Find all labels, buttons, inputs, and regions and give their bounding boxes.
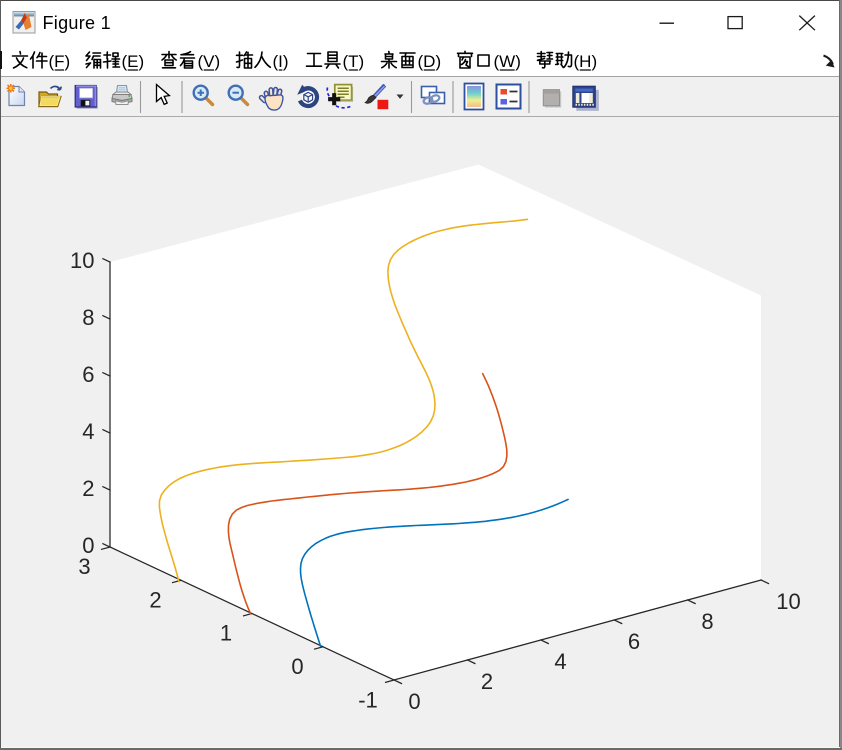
svg-text:2: 2 <box>481 669 493 694</box>
svg-text:-1: -1 <box>358 688 378 713</box>
svg-text:(H): (H) <box>574 52 598 71</box>
svg-text:8: 8 <box>701 609 713 634</box>
svg-text:1: 1 <box>220 621 232 646</box>
svg-text:4: 4 <box>82 419 94 444</box>
svg-text:6: 6 <box>82 362 94 387</box>
svg-text:10: 10 <box>70 248 94 273</box>
svg-text:0: 0 <box>408 689 420 714</box>
svg-text:8: 8 <box>82 305 94 330</box>
svg-text:6: 6 <box>628 629 640 654</box>
svg-text:(I): (I) <box>273 52 289 71</box>
svg-text:(V): (V) <box>198 52 221 71</box>
svg-text:(T): (T) <box>343 52 365 71</box>
svg-text:2: 2 <box>82 476 94 501</box>
svg-text:(E): (E) <box>122 52 145 71</box>
svg-text:(W): (W) <box>494 52 521 71</box>
svg-text:10: 10 <box>776 589 800 614</box>
svg-text:0: 0 <box>291 654 303 679</box>
svg-text:4: 4 <box>554 649 566 674</box>
svg-text:0: 0 <box>82 533 94 558</box>
svg-text:(D): (D) <box>418 52 442 71</box>
svg-text:(F): (F) <box>49 52 71 71</box>
svg-text:2: 2 <box>149 588 161 613</box>
